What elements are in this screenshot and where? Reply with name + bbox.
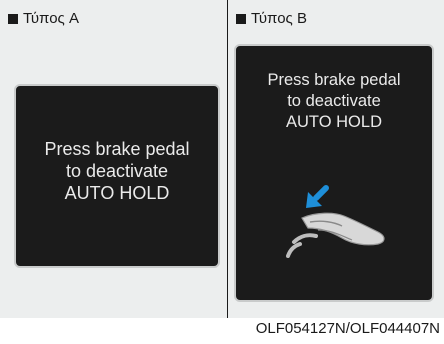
type-a-display: Press brake pedal to deactivate AUTO HOL…: [14, 84, 220, 268]
type-a-message-line: AUTO HOLD: [64, 183, 170, 203]
type-b-message-line: AUTO HOLD: [286, 113, 382, 131]
arrow-down-left-icon: [306, 185, 329, 208]
type-a-message-line: to deactivate: [65, 161, 169, 181]
type-b-message-line: to deactivate: [287, 92, 381, 110]
type-b-display: Press brake pedal to deactivate AUTO HOL…: [234, 44, 434, 302]
type-b-message: Press brake pedal to deactivate AUTO HOL…: [236, 70, 432, 133]
foot-on-brake-pedal-icon: [286, 185, 385, 258]
type-b-message-line: Press brake pedal: [267, 71, 401, 89]
panel-a-label-text: Τύπος A: [23, 10, 79, 27]
image-reference-code: OLF054127N/OLF044407N: [255, 320, 440, 337]
shoe-icon: [301, 212, 385, 246]
panel-a-label: Τύπος A: [8, 10, 79, 27]
panel-b-label: Τύπος B: [236, 10, 307, 27]
panel-divider: [227, 0, 228, 318]
panel-b-label-text: Τύπος B: [251, 10, 307, 27]
square-bullet-icon: [8, 13, 18, 24]
illustration-panel: Τύπος A Τύπος B Press brake pedal to dea…: [0, 0, 444, 318]
type-a-message: Press brake pedal to deactivate AUTO HOL…: [16, 138, 218, 204]
pedal-icon: [292, 233, 318, 244]
square-bullet-icon: [236, 13, 246, 24]
type-a-message-line: Press brake pedal: [44, 139, 190, 159]
